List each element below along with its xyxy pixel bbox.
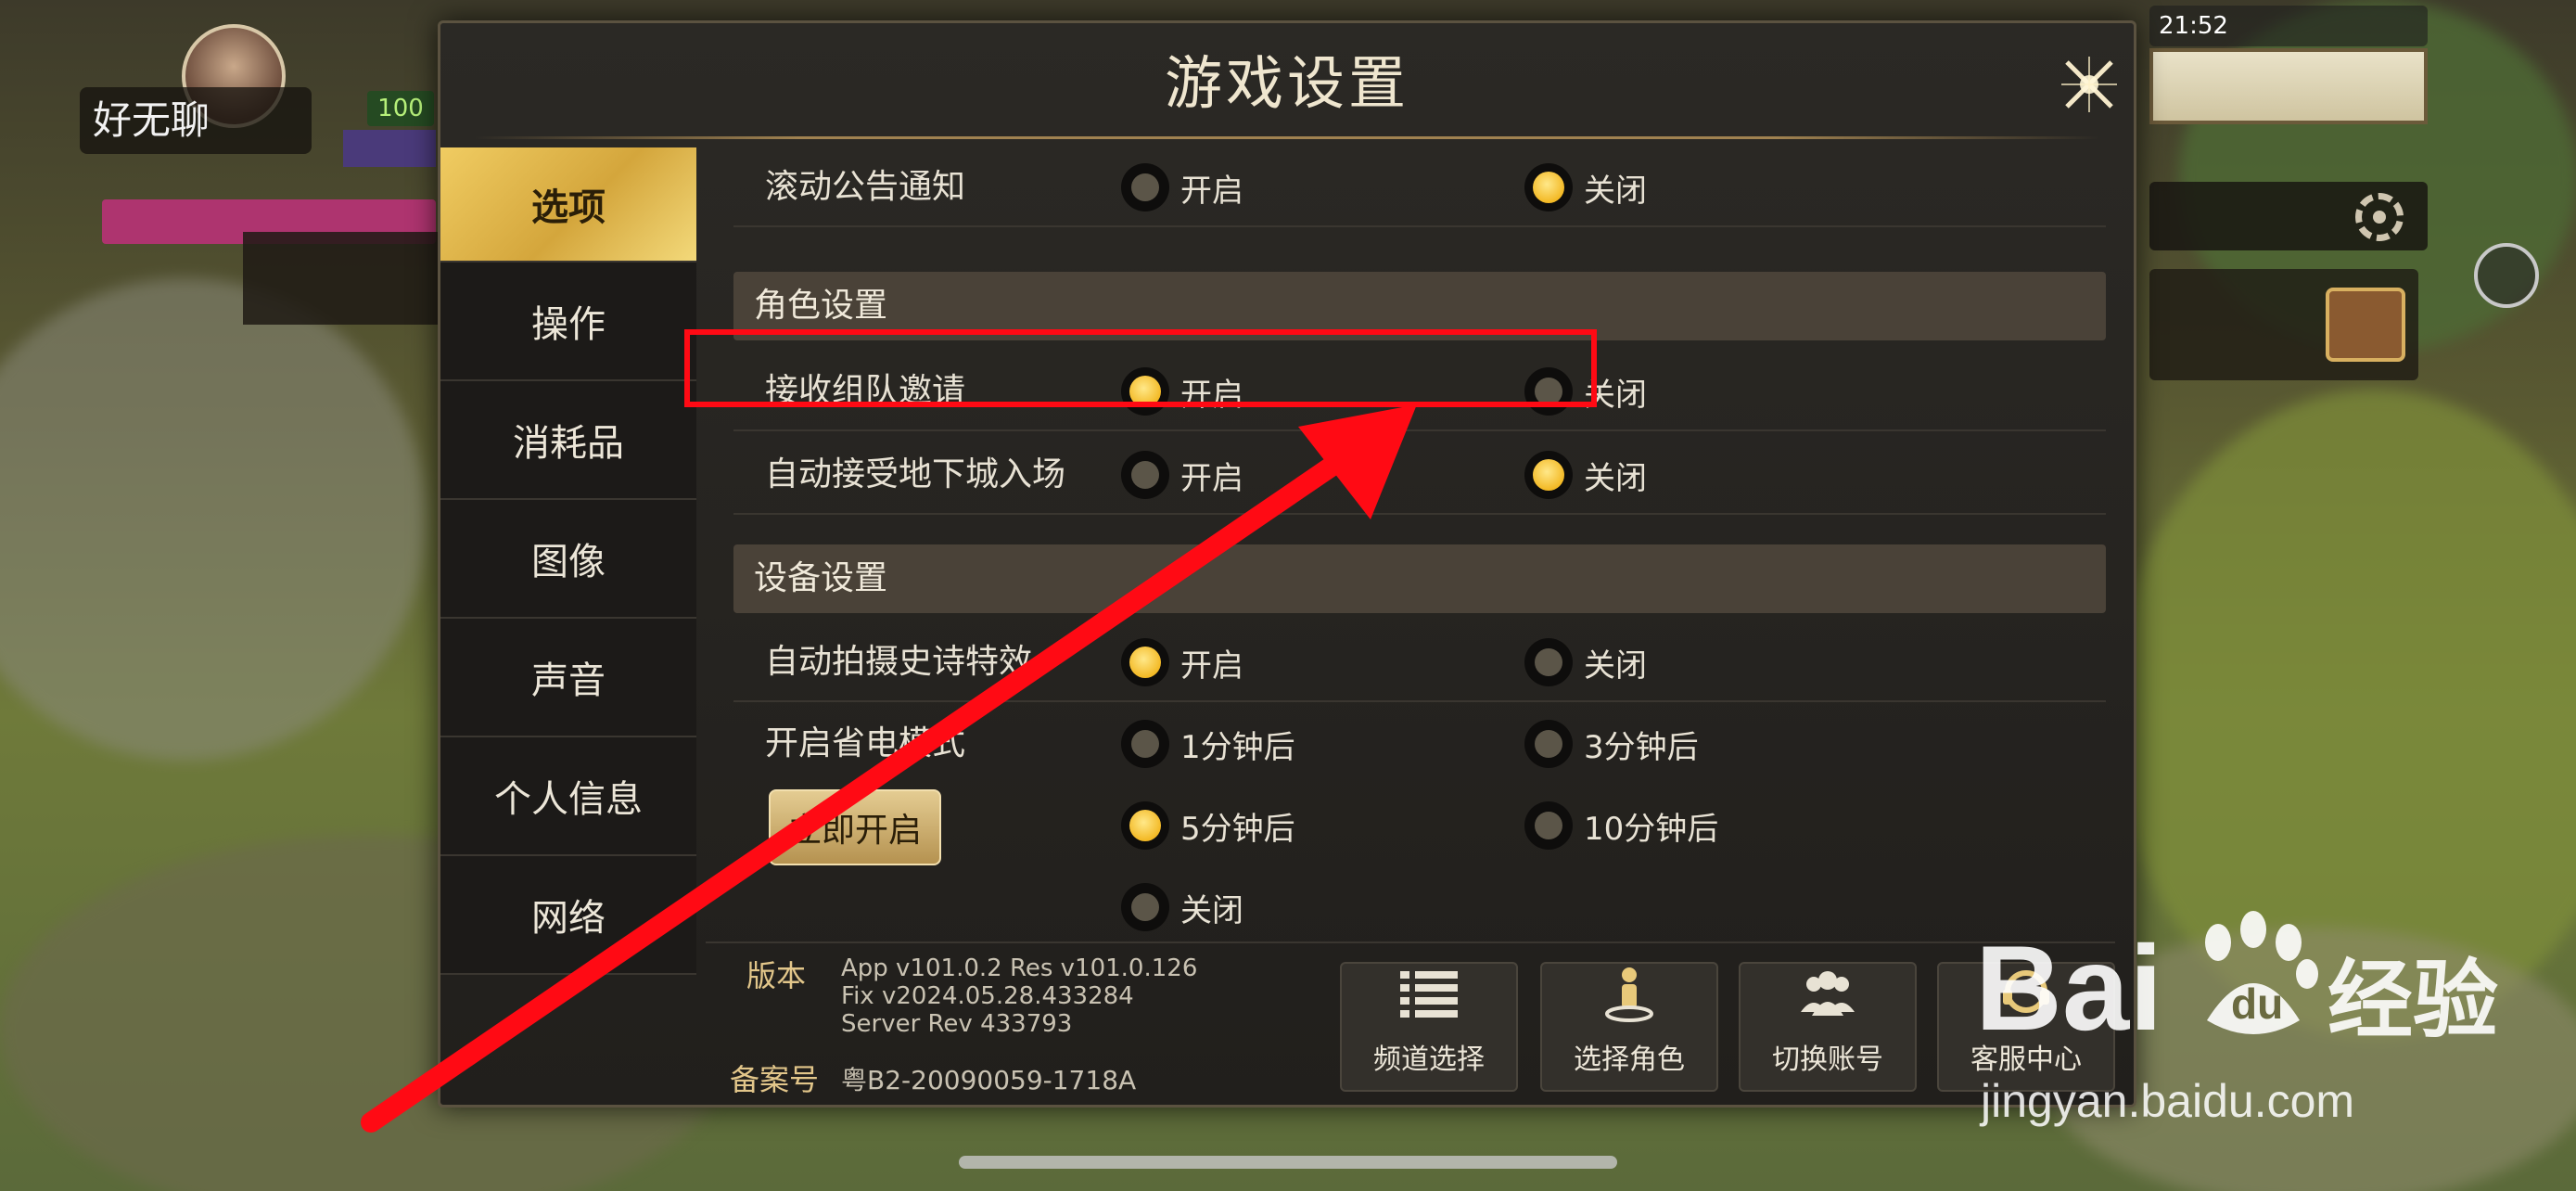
radio-label: 开启 bbox=[1180, 647, 1243, 685]
registration-label: 备案号 bbox=[730, 1062, 820, 1097]
epic-capture-off-radio[interactable]: 关闭 bbox=[1524, 622, 1647, 702]
tab-network[interactable]: 网络 bbox=[440, 856, 696, 975]
footer-divider bbox=[706, 941, 2115, 943]
radio-label: 开启 bbox=[1180, 459, 1243, 497]
tab-sound[interactable]: 声音 bbox=[440, 619, 696, 737]
radio-dot bbox=[1524, 638, 1573, 686]
hud-quest-card[interactable] bbox=[243, 232, 438, 325]
row-power-save-2: 立即开启 5分钟后 10分钟后 bbox=[733, 786, 2106, 865]
radio-dot bbox=[1121, 638, 1169, 686]
registration-text: 粤B2-20090059-1718A bbox=[841, 1065, 1137, 1095]
radio-dot bbox=[1121, 451, 1169, 499]
version-label: 版本 bbox=[746, 958, 807, 993]
radio-label: 关闭 bbox=[1584, 647, 1647, 685]
radio-label: 10分钟后 bbox=[1584, 810, 1719, 848]
settings-tabs: 选项 操作 消耗品 图像 声音 个人信息 网络 bbox=[440, 147, 696, 975]
auto-dungeon-off-radio[interactable]: 关闭 bbox=[1524, 435, 1647, 515]
radio-dot bbox=[1524, 801, 1573, 850]
button-label: 频道选择 bbox=[1373, 1044, 1485, 1076]
radio-label: 关闭 bbox=[1180, 891, 1243, 929]
chest-icon[interactable] bbox=[2326, 288, 2405, 362]
radio-dot bbox=[1524, 163, 1573, 211]
section-label: 设备设置 bbox=[754, 559, 888, 597]
close-icon[interactable] bbox=[2045, 40, 2134, 129]
status-bar: 21:52 bbox=[2149, 6, 2428, 46]
button-label: 切换账号 bbox=[1772, 1044, 1883, 1076]
row-epic-capture: 自动拍摄史诗特效 开启 关闭 bbox=[733, 622, 2106, 702]
button-label: 选择角色 bbox=[1574, 1044, 1685, 1076]
radio-dot bbox=[1121, 801, 1169, 850]
select-character-button[interactable]: 选择角色 bbox=[1540, 962, 1718, 1092]
game-settings-dialog: 游戏设置 选项 操作 消耗品 图像 声音 个人信息 网络 滚动公告通知 开启 关… bbox=[438, 20, 2136, 1108]
version-text: App v101.0.2 Res v101.0.126 Fix v2024.05… bbox=[841, 954, 1198, 1038]
radio-dot bbox=[1121, 883, 1169, 931]
epic-capture-on-radio[interactable]: 开启 bbox=[1121, 622, 1243, 702]
character-icon bbox=[1605, 967, 1653, 1022]
switch-account-button[interactable]: 切换账号 bbox=[1739, 962, 1917, 1092]
users-icon bbox=[1801, 971, 1855, 1016]
gear-icon[interactable] bbox=[2355, 193, 2404, 241]
radio-label: 关闭 bbox=[1584, 172, 1647, 210]
row-label: 自动拍摄史诗特效 bbox=[765, 643, 1033, 681]
tab-consumables[interactable]: 消耗品 bbox=[440, 381, 696, 500]
scroll-notice-on-radio[interactable]: 开启 bbox=[1121, 147, 1243, 227]
tab-profile[interactable]: 个人信息 bbox=[440, 737, 696, 856]
radio-dot bbox=[1121, 720, 1169, 768]
row-scroll-notice: 滚动公告通知 开启 关闭 bbox=[733, 147, 2106, 227]
title-divider bbox=[474, 136, 2100, 139]
power-save-3min-radio[interactable]: 3分钟后 bbox=[1524, 704, 1699, 784]
player-level: 100 bbox=[367, 91, 434, 126]
channel-select-button[interactable]: 频道选择 bbox=[1340, 962, 1518, 1092]
hud-tag bbox=[343, 130, 436, 167]
player-name: 好无聊 bbox=[80, 87, 312, 154]
status-time: 21:52 bbox=[2159, 12, 2228, 40]
power-save-10min-radio[interactable]: 10分钟后 bbox=[1524, 786, 1718, 865]
radio-dot bbox=[1524, 720, 1573, 768]
svg-text:du: du bbox=[2231, 980, 2283, 1028]
power-save-1min-radio[interactable]: 1分钟后 bbox=[1121, 704, 1295, 784]
radio-label: 开启 bbox=[1180, 172, 1243, 210]
row-power-save: 开启省电模式 1分钟后 3分钟后 bbox=[733, 704, 2106, 784]
radio-label: 3分钟后 bbox=[1584, 728, 1699, 766]
row-power-save-3: 关闭 bbox=[733, 867, 2106, 947]
auto-dungeon-on-radio[interactable]: 开启 bbox=[1121, 435, 1243, 515]
radio-label: 关闭 bbox=[1584, 459, 1647, 497]
radio-label: 1分钟后 bbox=[1180, 728, 1295, 766]
dialog-title: 游戏设置 bbox=[1164, 49, 1409, 117]
radio-label: 5分钟后 bbox=[1180, 810, 1295, 848]
row-label: 自动接受地下城入场 bbox=[765, 455, 1066, 493]
radio-dot bbox=[1121, 163, 1169, 211]
section-device: 设备设置 bbox=[733, 544, 2106, 613]
power-save-now-button[interactable]: 立即开启 bbox=[769, 789, 941, 865]
svg-text:经验: 经验 bbox=[2327, 951, 2498, 1050]
scroll-notice-off-radio[interactable]: 关闭 bbox=[1524, 147, 1647, 227]
power-save-off-radio[interactable]: 关闭 bbox=[1121, 867, 1243, 947]
highlight-box bbox=[684, 329, 1597, 407]
radio-dot bbox=[1524, 451, 1573, 499]
row-auto-dungeon: 自动接受地下城入场 开启 关闭 bbox=[733, 435, 2106, 515]
list-icon bbox=[1400, 971, 1458, 1018]
home-indicator[interactable] bbox=[959, 1156, 1617, 1169]
tab-controls[interactable]: 操作 bbox=[440, 263, 696, 381]
svg-text:Bai: Bai bbox=[1975, 920, 2162, 1056]
row-label: 滚动公告通知 bbox=[765, 168, 966, 206]
minimap-title-plate[interactable] bbox=[2149, 48, 2428, 124]
watermark-site: jingyan.baidu.com bbox=[1981, 1075, 2355, 1127]
power-save-5min-radio[interactable]: 5分钟后 bbox=[1121, 786, 1295, 865]
tab-graphics[interactable]: 图像 bbox=[440, 500, 696, 619]
bg-stone bbox=[0, 278, 427, 761]
swap-icon[interactable] bbox=[2474, 243, 2539, 308]
tab-options[interactable]: 选项 bbox=[440, 147, 696, 263]
row-label: 开启省电模式 bbox=[765, 724, 966, 762]
